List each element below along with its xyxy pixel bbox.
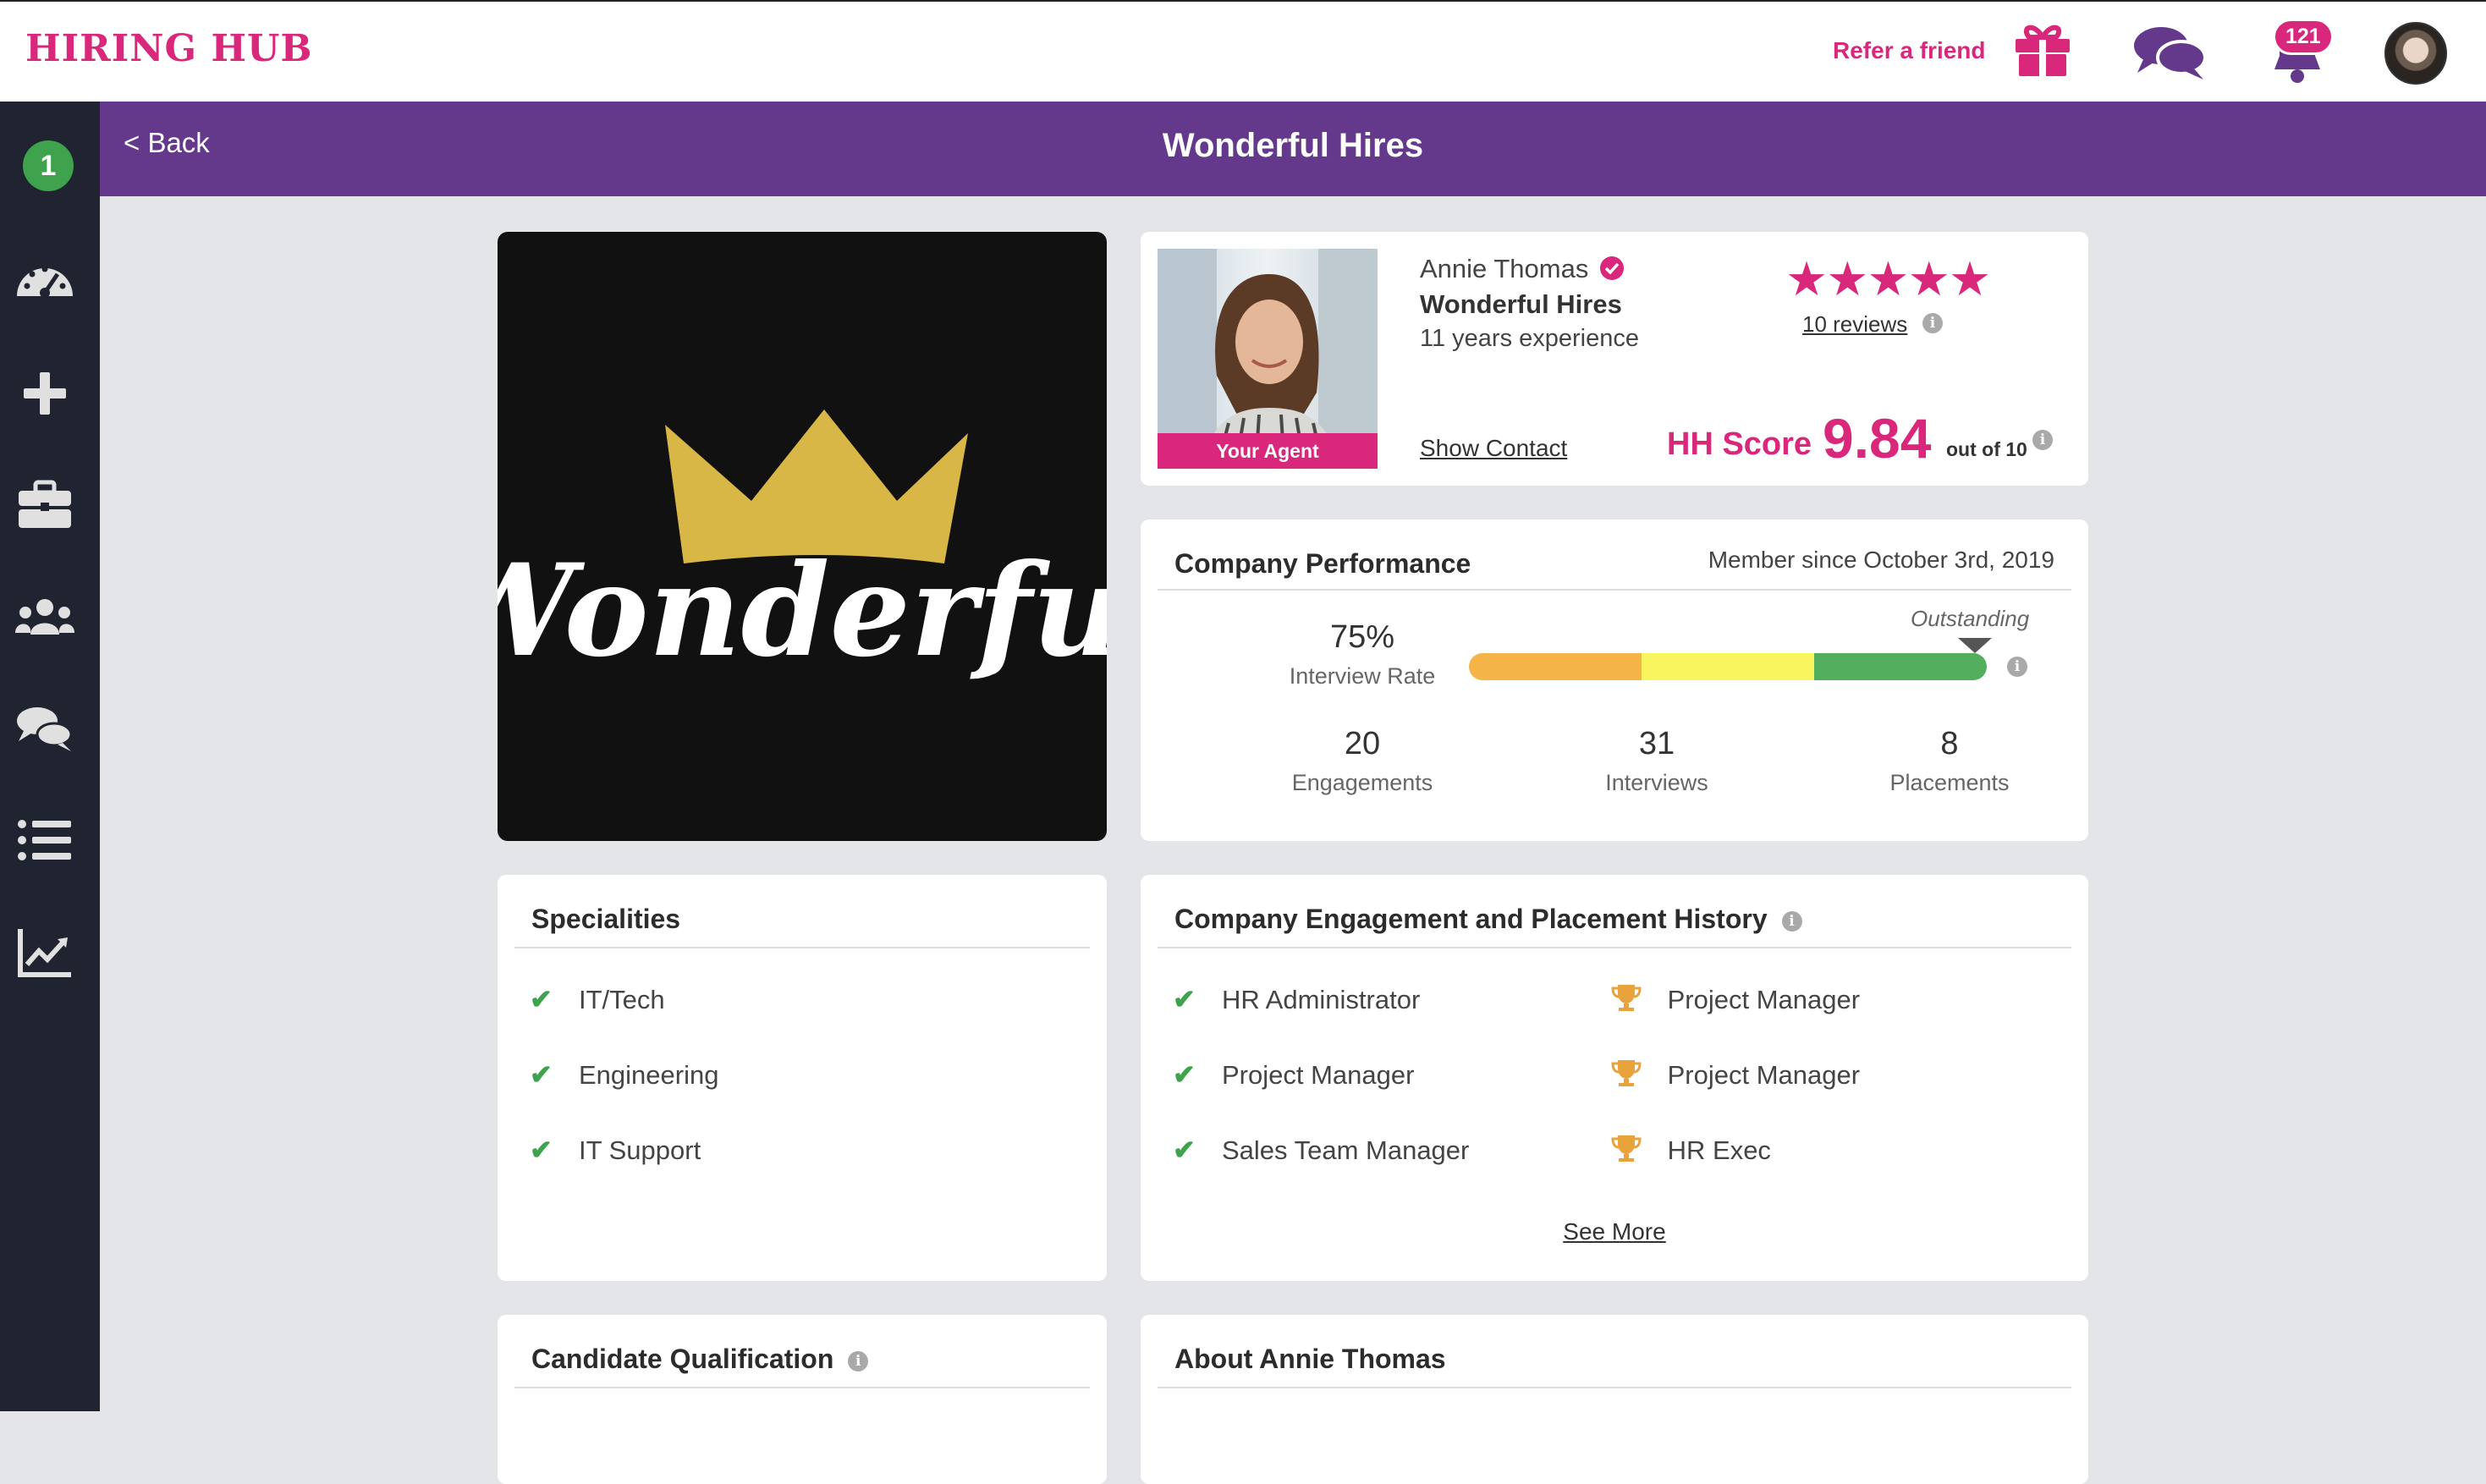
engagements-label: Engagements	[1291, 770, 1433, 795]
user-avatar[interactable]	[2384, 22, 2447, 85]
hh-score-value: 9.84	[1823, 407, 1932, 470]
placement-label: Project Manager	[1667, 1060, 1861, 1090]
interview-rate-label: Interview Rate	[1289, 663, 1436, 689]
show-contact-link[interactable]: Show Contact	[1420, 435, 1567, 462]
speciality-label: IT/Tech	[579, 985, 665, 1014]
see-more-link[interactable]: See More	[1141, 1218, 2088, 1245]
gift-icon[interactable]	[2010, 19, 2075, 78]
candidates-users-icon[interactable]	[14, 585, 76, 648]
check-icon: ✔	[530, 1059, 553, 1090]
jobs-briefcase-icon[interactable]	[14, 474, 76, 536]
divider	[514, 947, 1090, 948]
divider	[1158, 947, 2071, 948]
agent-experience: 11 years experience	[1420, 325, 1640, 352]
history-title-text: Company Engagement and Placement History	[1174, 904, 1768, 934]
check-icon: ✔	[1173, 1059, 1196, 1090]
page-title: Wonderful Hires	[1162, 127, 1424, 164]
performance-title: Company Performance	[1174, 548, 1471, 579]
trophy-icon	[1611, 1135, 1642, 1162]
company-performance-card: Company Performance Member since October…	[1141, 519, 2088, 841]
qualification-info-icon[interactable]: i	[848, 1350, 869, 1371]
divider	[1158, 1387, 2071, 1388]
list-item: ✔ Engineering	[530, 1058, 718, 1091]
score-info-icon[interactable]: i	[2032, 430, 2053, 450]
specialities-card: Specialities ✔ IT/Tech ✔ Engineering ✔ IT S…	[498, 875, 1107, 1281]
member-since: Member since October 3rd, 2019	[1708, 547, 2054, 573]
list-item: HR Exec	[1611, 1134, 1771, 1166]
performance-info-icon[interactable]: i	[2007, 657, 2027, 677]
your-agent-label: Your Agent	[1158, 433, 1378, 469]
engagements-count: 20	[1344, 726, 1381, 761]
performance-bar	[1469, 653, 1987, 680]
speciality-label: Engineering	[579, 1060, 719, 1090]
divider	[514, 1387, 1090, 1388]
agent-company: Wonderful Hires	[1420, 289, 1622, 319]
verified-check-icon	[1599, 256, 1624, 280]
about-title: About Annie Thomas	[1174, 1344, 1446, 1374]
placement-label: Project Manager	[1667, 985, 1861, 1014]
divider	[1158, 589, 2071, 591]
history-info-icon[interactable]: i	[1781, 910, 1802, 932]
list-item: Project Manager	[1611, 1058, 1860, 1091]
add-plus-icon[interactable]	[14, 362, 76, 425]
trophy-icon	[1611, 985, 1642, 1011]
agent-card: Your Agent Annie Thomas Wonderful Hires …	[1141, 232, 2088, 486]
engagement-label: HR Administrator	[1222, 985, 1421, 1014]
bar-segment-high	[1814, 653, 1987, 680]
check-icon: ✔	[1173, 1135, 1196, 1165]
bar-segment-low	[1469, 653, 1642, 680]
list-item: Project Manager	[1611, 983, 1860, 1015]
agent-name: Annie Thomas	[1420, 254, 1625, 284]
interviews-count: 31	[1638, 726, 1675, 761]
list-item: ✔ Sales Team Manager	[1173, 1134, 1469, 1166]
bar-segment-mid	[1641, 653, 1815, 680]
company-logo-card: Wonderful	[498, 232, 1107, 841]
rating-level-label: Outstanding	[1911, 606, 2030, 631]
reports-chart-icon[interactable]	[14, 921, 76, 983]
candidate-qualification-card: Candidate Qualification i	[498, 1315, 1107, 1484]
check-icon: ✔	[530, 984, 553, 1014]
placement-label: HR Exec	[1667, 1135, 1771, 1165]
top-bar: HIRING HUB Refer a friend 121	[0, 0, 2486, 102]
list-item: ✔ HR Administrator	[1173, 983, 1420, 1015]
specialities-title: Specialities	[531, 904, 681, 934]
lists-icon[interactable]	[14, 809, 76, 871]
refer-a-friend-link[interactable]: Refer a friend	[1833, 37, 1986, 64]
engagement-label: Project Manager	[1222, 1060, 1415, 1090]
hh-score-label: HH Score	[1667, 426, 1812, 462]
engagement-label: Sales Team Manager	[1222, 1135, 1470, 1165]
qualification-title-text: Candidate Qualification	[531, 1344, 834, 1374]
check-icon: ✔	[1173, 984, 1196, 1014]
dashboard-speedometer-icon[interactable]	[14, 250, 76, 313]
hh-score-out-of: out of 10	[1946, 438, 2027, 460]
list-item: ✔ Project Manager	[1173, 1058, 1414, 1091]
history-title: Company Engagement and Placement History…	[1174, 904, 1802, 935]
check-icon: ✔	[530, 1135, 553, 1165]
list-item: ✔ IT Support	[530, 1134, 701, 1166]
qualification-title: Candidate Qualification i	[531, 1344, 869, 1375]
reviews-link[interactable]: 10 reviews	[1802, 311, 1907, 338]
trophy-icon	[1611, 1060, 1642, 1086]
company-logo-wordmark: Wonderful	[498, 536, 1107, 685]
app-logo[interactable]: HIRING HUB	[25, 27, 313, 70]
reviews-info-icon[interactable]: i	[1922, 313, 1943, 333]
interview-rate-value: 75%	[1329, 619, 1395, 655]
sidebar: 1	[0, 102, 100, 1411]
notification-count-badge: 121	[2273, 19, 2334, 55]
about-agent-card: About Annie Thomas	[1141, 1315, 2088, 1484]
rating-stars: ★★★★★	[1785, 252, 1991, 305]
agent-name-text: Annie Thomas	[1420, 254, 1589, 283]
messages-icon[interactable]	[2132, 22, 2208, 83]
engagement-history-card: Company Engagement and Placement History…	[1141, 875, 2088, 1281]
placements-count: 8	[1940, 726, 1959, 761]
svg-text:Wonderful: Wonderful	[498, 536, 1107, 685]
list-item: ✔ IT/Tech	[530, 983, 665, 1015]
messages-comments-icon[interactable]	[14, 697, 76, 760]
placements-label: Placements	[1889, 770, 2010, 795]
rating-marker	[1958, 638, 1992, 653]
speciality-label: IT Support	[579, 1135, 701, 1165]
interviews-label: Interviews	[1605, 770, 1708, 795]
